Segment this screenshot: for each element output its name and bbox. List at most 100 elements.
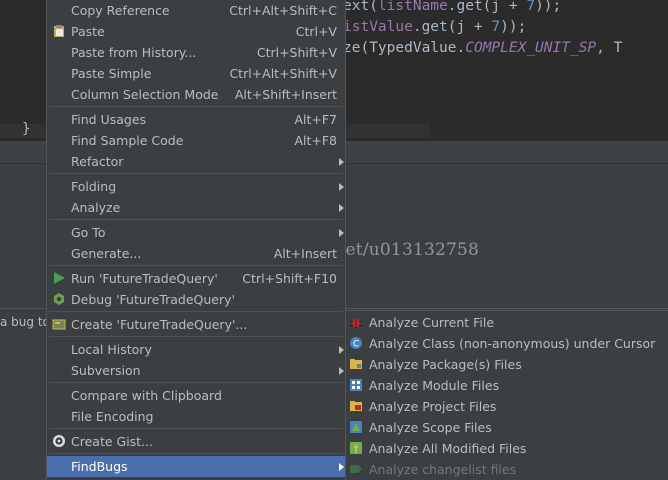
menu-separator [49, 219, 343, 220]
submenu-item-label: Analyze Current File [369, 315, 495, 330]
menu-item-label: Paste Simple [71, 66, 152, 81]
class-icon: C [349, 336, 363, 350]
menu-item-paste-simple[interactable]: Paste Simple Ctrl+Alt+Shift+V [47, 63, 345, 84]
menu-item-label: Generate... [71, 246, 142, 261]
menu-item-run[interactable]: Run 'FutureTradeQuery' Ctrl+Shift+F10 [47, 268, 345, 289]
menu-item-column-selection-mode[interactable]: Column Selection Mode Alt+Shift+Insert [47, 84, 345, 105]
package-icon [349, 357, 363, 371]
submenu-item-label: Analyze Scope Files [369, 420, 492, 435]
menu-item-label: File Encoding [71, 409, 154, 424]
menu-item-paste-from-history[interactable]: Paste from History... Ctrl+Shift+V [47, 42, 345, 63]
svg-text:C: C [353, 340, 359, 350]
menu-separator [49, 382, 343, 383]
submenu-item-analyze-all-modified[interactable]: Analyze All Modified Files [346, 438, 668, 459]
menu-item-label: Debug 'FutureTradeQuery' [71, 292, 235, 307]
submenu-item-analyze-changelist: Analyze changelist files [346, 459, 668, 480]
closing-brace: } [22, 121, 31, 137]
menu-item-findbugs[interactable]: FindBugs [47, 456, 345, 477]
menu-item-shortcut: Alt+Insert [273, 246, 337, 261]
menu-item-shortcut: Ctrl+Alt+Shift+V [229, 66, 337, 81]
menu-item-label: Run 'FutureTradeQuery' [71, 271, 218, 286]
menu-separator [49, 106, 343, 107]
menu-item-debug[interactable]: Debug 'FutureTradeQuery' [47, 289, 345, 310]
submenu-item-analyze-scope[interactable]: Analyze Scope Files [346, 417, 668, 438]
menu-item-label: Analyze [71, 200, 121, 215]
menu-item-go-to[interactable]: Go To [47, 222, 345, 243]
menu-item-create-gist[interactable]: Create Gist... [47, 431, 345, 452]
menu-item-label: Folding [71, 179, 117, 194]
code-line: istValue.get(j + 7)); [343, 19, 527, 35]
menu-item-find-sample-code[interactable]: Find Sample Code Alt+F8 [47, 130, 345, 151]
menu-item-label: Create Gist... [71, 434, 154, 449]
module-icon [349, 378, 363, 392]
panel-text-fragment: a bug to [0, 315, 50, 329]
submenu-item-analyze-current-file[interactable]: Analyze Current File [346, 312, 668, 333]
menu-item-label: Compare with Clipboard [71, 388, 222, 403]
menu-separator [49, 336, 343, 337]
submenu-item-label: Analyze All Modified Files [369, 441, 527, 456]
github-icon [52, 434, 66, 448]
menu-item-label: Local History [71, 342, 152, 357]
submenu-item-label: Analyze changelist files [369, 462, 517, 477]
menu-item-folding[interactable]: Folding [47, 176, 345, 197]
menu-item-analyze[interactable]: Analyze [47, 197, 345, 218]
menu-item-shortcut: Alt+Shift+Insert [234, 87, 337, 102]
submenu-arrow-icon [339, 463, 344, 471]
menu-item-label: Subversion [71, 363, 141, 378]
submenu-item-analyze-module[interactable]: Analyze Module Files [346, 375, 668, 396]
menu-item-label: Create 'FutureTradeQuery'... [71, 317, 248, 332]
menu-item-refactor[interactable]: Refactor [47, 151, 345, 172]
menu-item-label: Find Sample Code [71, 133, 184, 148]
bug-icon [349, 315, 363, 329]
project-icon [349, 399, 363, 413]
clipboard-icon [52, 24, 66, 38]
submenu-arrow-icon [339, 204, 344, 212]
menu-item-find-usages[interactable]: Find Usages Alt+F7 [47, 109, 345, 130]
menu-item-label: Paste from History... [71, 45, 197, 60]
menu-item-label: Go To [71, 225, 106, 240]
menu-item-label: Column Selection Mode [71, 87, 219, 102]
menu-item-compare-with-clipboard[interactable]: Compare with Clipboard [47, 385, 345, 406]
menu-item-shortcut: Ctrl+Shift+V [256, 45, 337, 60]
menu-item-copy-reference[interactable]: Copy Reference Ctrl+Alt+Shift+C [47, 0, 345, 21]
menu-separator [49, 428, 343, 429]
submenu-item-analyze-project[interactable]: Analyze Project Files [346, 396, 668, 417]
submenu-item-label: Analyze Module Files [369, 378, 500, 393]
menu-item-shortcut: Ctrl+Shift+F10 [242, 271, 337, 286]
menu-item-create[interactable]: Create 'FutureTradeQuery'... [47, 314, 345, 335]
menu-item-label: Paste [71, 24, 105, 39]
menu-separator [49, 173, 343, 174]
menu-item-label: Find Usages [71, 112, 147, 127]
menu-separator [49, 265, 343, 266]
create-config-icon [52, 317, 66, 331]
menu-item-generate[interactable]: Generate... Alt+Insert [47, 243, 345, 264]
context-menu: Copy Reference Ctrl+Alt+Shift+C Paste Ctrl+… [46, 0, 346, 480]
submenu-item-analyze-packages[interactable]: Analyze Package(s) Files [346, 354, 668, 375]
submenu-arrow-icon [339, 158, 344, 166]
changelist-icon [349, 462, 363, 476]
modified-icon [349, 441, 363, 455]
menu-item-shortcut: Ctrl+Alt+Shift+C [229, 3, 337, 18]
submenu-item-label: Analyze Class (non-anonymous) under Curs… [369, 336, 656, 351]
menu-item-paste[interactable]: Paste Ctrl+V [47, 21, 345, 42]
menu-item-label: FindBugs [71, 459, 128, 474]
menu-separator [49, 453, 343, 454]
menu-item-label: Copy Reference [71, 3, 170, 18]
scope-icon [349, 420, 363, 434]
findbugs-submenu: Analyze Current File C Analyze Class (non-… [345, 310, 668, 480]
menu-item-subversion[interactable]: Subversion [47, 360, 345, 381]
code-line: ext(listName.get(j + 7)); [343, 0, 562, 14]
code-line: ze(TypedValue.COMPLEX_UNIT_SP, T [343, 40, 623, 56]
menu-item-shortcut: Alt+F8 [294, 133, 337, 148]
menu-item-file-encoding[interactable]: File Encoding [47, 406, 345, 427]
run-icon [52, 271, 66, 285]
submenu-arrow-icon [339, 367, 344, 375]
debug-icon [52, 292, 66, 306]
menu-separator [49, 311, 343, 312]
menu-item-shortcut: Alt+F7 [294, 112, 337, 127]
submenu-item-analyze-class[interactable]: C Analyze Class (non-anonymous) under Cur… [346, 333, 668, 354]
submenu-item-label: Analyze Package(s) Files [369, 357, 522, 372]
submenu-arrow-icon [339, 229, 344, 237]
submenu-arrow-icon [339, 183, 344, 191]
menu-item-local-history[interactable]: Local History [47, 339, 345, 360]
